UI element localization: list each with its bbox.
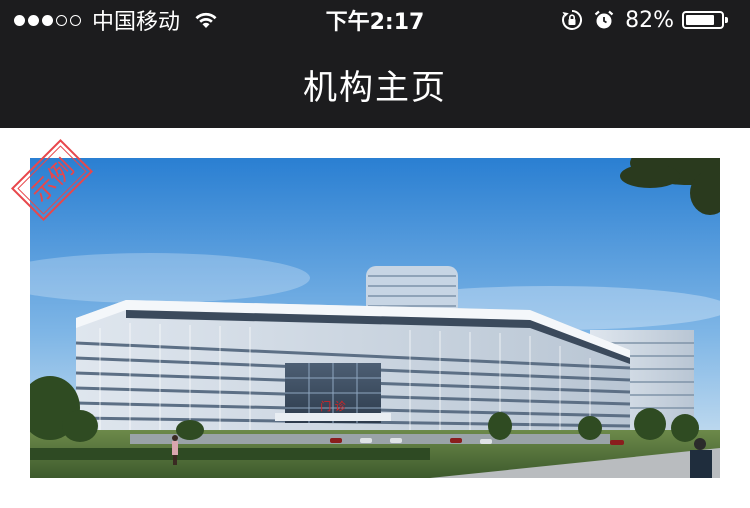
banner-image[interactable]: 门 诊 [30,158,720,478]
status-bar: 中国移动 下午2:17 82% [0,0,750,40]
hospital-building-image: 门 诊 [30,158,720,478]
status-right: 82% [561,0,728,40]
building-sign: 门 诊 [320,399,346,413]
page-title: 机构主页 [303,67,447,108]
nav-bar: 机构主页 [0,40,750,128]
alarm-icon [594,10,614,29]
battery-percent: 82% [625,7,674,33]
screen: 中国移动 下午2:17 82% 机构主页 门 诊 示例 [0,0,750,508]
battery-icon [682,11,728,29]
rotation-lock-icon [562,9,583,30]
